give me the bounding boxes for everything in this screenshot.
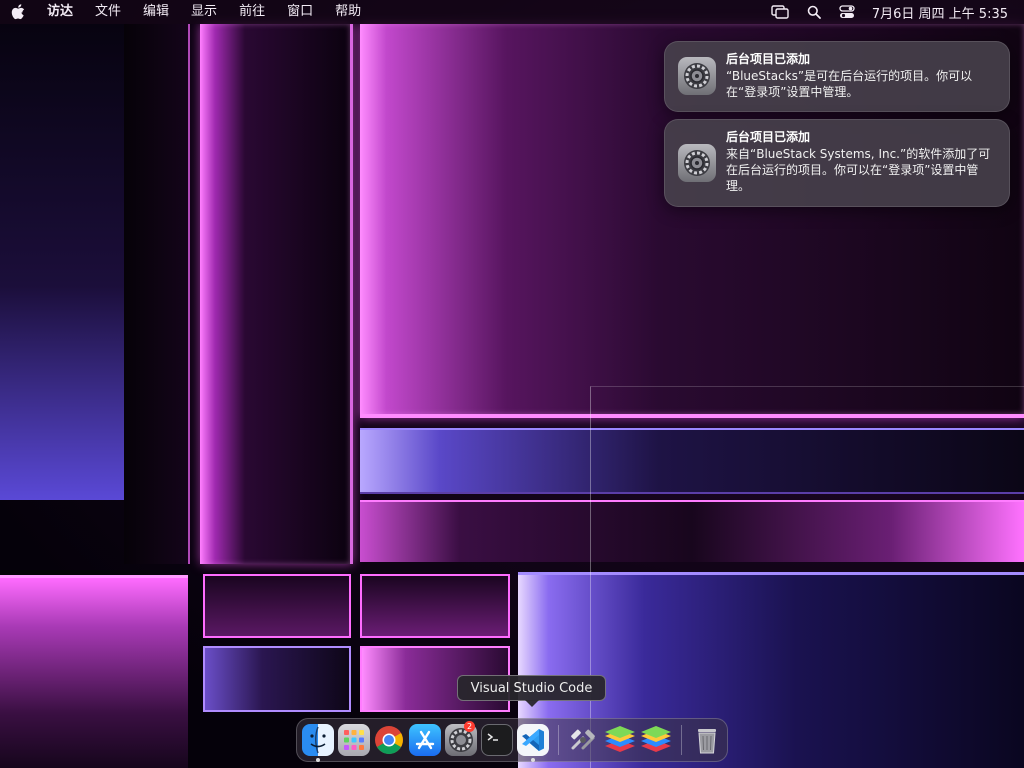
trash-icon[interactable] [691,724,723,756]
menu-item-view[interactable]: 显示 [180,0,228,24]
notification-badge: 2 [464,721,475,732]
dock-separator [681,725,682,755]
wallpaper-panel [0,24,127,500]
system-settings-icon [678,57,716,95]
menu-item-window[interactable]: 窗口 [276,0,324,24]
menu-bar-clock[interactable]: 7月6日 周四 上午 5:35 [864,3,1008,22]
menu-bar: 访达 文件 编辑 显示 前往 窗口 帮助 7月6日 周四 上午 5:35 [0,0,1024,24]
dock-tooltip: Visual Studio Code [457,675,606,707]
terminal-icon[interactable] [481,724,513,756]
control-center-icon[interactable] [830,0,864,24]
finder-icon[interactable] [302,724,334,756]
search-icon[interactable] [798,0,830,24]
app-store-icon[interactable] [409,724,441,756]
bluestacks-icon[interactable] [603,724,635,756]
wallpaper-panel [360,574,510,638]
wallpaper-panel [200,24,353,564]
wallpaper-panel [124,24,190,564]
system-settings-icon[interactable]: 2 [445,721,477,756]
wallpaper-panel [203,646,351,712]
system-settings-icon [678,144,716,182]
dock-separator [558,725,559,755]
dock: 2 [296,718,728,762]
menu-item-edit[interactable]: 编辑 [132,0,180,24]
bluestacks-services-icon[interactable] [567,724,599,756]
menu-item-help[interactable]: 帮助 [324,0,372,24]
screen-mirror-icon[interactable] [762,0,798,24]
wallpaper-panel [0,575,188,768]
wallpaper-window-outline [590,386,1024,768]
notification-background-item-added[interactable]: 后台项目已添加 来自“BlueStack Systems, Inc.”的软件添加… [664,119,1010,207]
menu-item-file[interactable]: 文件 [84,0,132,24]
menu-item-go[interactable]: 前往 [228,0,276,24]
notification-title: 后台项目已添加 [726,130,811,144]
desktop-wallpaper [0,0,1024,768]
apple-icon[interactable] [0,4,36,20]
notification-body: “BlueStacks”是可在后台运行的项目。你可以在“登录项”设置中管理。 [726,69,973,99]
running-indicator [316,758,320,762]
wallpaper-panel [203,574,351,638]
launchpad-icon[interactable] [338,724,370,756]
running-indicator [531,758,535,762]
bluestacks-x-icon[interactable] [639,724,671,756]
chrome-icon[interactable] [373,724,405,756]
notification-background-item-added[interactable]: 后台项目已添加 “BlueStacks”是可在后台运行的项目。你可以在“登录项”… [664,41,1010,112]
dock-tooltip-label: Visual Studio Code [470,681,593,696]
notification-body: 来自“BlueStack Systems, Inc.”的软件添加了可在后台运行的… [726,147,991,193]
notification-title: 后台项目已添加 [726,52,811,66]
menu-item-finder[interactable]: 访达 [36,0,84,24]
vscode-icon[interactable] [517,724,549,756]
tooltip-arrow [525,700,539,707]
